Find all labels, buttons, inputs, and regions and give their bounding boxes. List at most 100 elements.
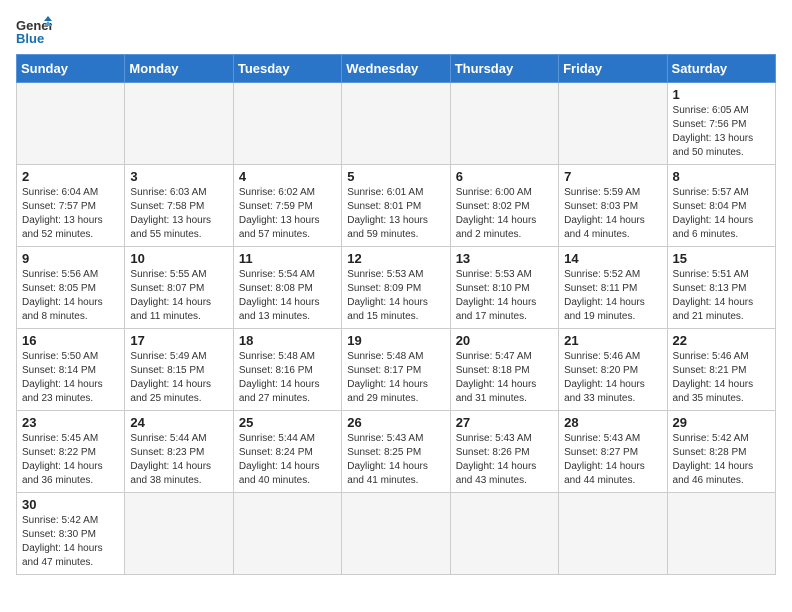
day-number: 18 (239, 333, 336, 348)
day-info: Sunrise: 5:48 AMSunset: 8:16 PMDaylight:… (239, 350, 336, 406)
calendar-cell: 6Sunrise: 6:00 AMSunset: 8:02 PMDaylight… (450, 165, 558, 247)
calendar-cell: 28 Sunrise: 5:43 AMSunset: 8:27 PMDayligh… (559, 411, 667, 493)
calendar-cell: 13 Sunrise: 5:53 AMSunset: 8:10 PMDayligh… (450, 247, 558, 329)
day-info: Sunrise: 6:03 AMSunset: 7:58 PMDaylight:… (130, 186, 227, 242)
day-number: 4 (239, 169, 336, 184)
day-number: 23 (22, 415, 119, 430)
calendar-cell: 27 Sunrise: 5:43 AMSunset: 8:26 PMDayligh… (450, 411, 558, 493)
day-info: Sunrise: 5:42 AMSunset: 8:30 PMDaylight:… (22, 514, 119, 570)
calendar-cell (342, 493, 450, 575)
calendar-cell: 14 Sunrise: 5:52 AMSunset: 8:11 PMDayligh… (559, 247, 667, 329)
day-number: 7 (564, 169, 661, 184)
calendar-cell: 1 Sunrise: 6:05 AMSunset: 7:56 PMDaylight… (667, 83, 775, 165)
weekday-header-friday: Friday (559, 55, 667, 83)
day-number: 29 (673, 415, 770, 430)
logo: General Blue (16, 16, 52, 46)
day-number: 8 (673, 169, 770, 184)
day-number: 28 (564, 415, 661, 430)
day-info: Sunrise: 5:42 AMSunset: 8:28 PMDaylight:… (673, 432, 770, 488)
day-number: 21 (564, 333, 661, 348)
day-number: 20 (456, 333, 553, 348)
calendar-row: 23Sunrise: 5:45 AMSunset: 8:22 PMDayligh… (17, 411, 776, 493)
calendar-cell: 17 Sunrise: 5:49 AMSunset: 8:15 PMDayligh… (125, 329, 233, 411)
day-info: Sunrise: 5:43 AMSunset: 8:25 PMDaylight:… (347, 432, 444, 488)
calendar-cell: 5 Sunrise: 6:01 AMSunset: 8:01 PMDaylight… (342, 165, 450, 247)
day-number: 30 (22, 497, 119, 512)
day-number: 25 (239, 415, 336, 430)
calendar-cell: 12Sunrise: 5:53 AMSunset: 8:09 PMDayligh… (342, 247, 450, 329)
day-number: 9 (22, 251, 119, 266)
calendar-cell: 3 Sunrise: 6:03 AMSunset: 7:58 PMDaylight… (125, 165, 233, 247)
calendar-row: 9 Sunrise: 5:56 AMSunset: 8:05 PMDaylight… (17, 247, 776, 329)
day-info: Sunrise: 5:47 AMSunset: 8:18 PMDaylight:… (456, 350, 553, 406)
calendar-cell: 10Sunrise: 5:55 AMSunset: 8:07 PMDayligh… (125, 247, 233, 329)
weekday-header-tuesday: Tuesday (233, 55, 341, 83)
svg-text:Blue: Blue (16, 31, 44, 46)
calendar-row: 30 Sunrise: 5:42 AMSunset: 8:30 PMDayligh… (17, 493, 776, 575)
day-number: 12 (347, 251, 444, 266)
day-info: Sunrise: 5:54 AMSunset: 8:08 PMDaylight:… (239, 268, 336, 324)
calendar-cell: 26 Sunrise: 5:43 AMSunset: 8:25 PMDayligh… (342, 411, 450, 493)
calendar-cell (17, 83, 125, 165)
day-info: Sunrise: 5:43 AMSunset: 8:27 PMDaylight:… (564, 432, 661, 488)
calendar-cell: 9 Sunrise: 5:56 AMSunset: 8:05 PMDaylight… (17, 247, 125, 329)
day-info: Sunrise: 5:52 AMSunset: 8:11 PMDaylight:… (564, 268, 661, 324)
day-number: 14 (564, 251, 661, 266)
day-info: Sunrise: 5:53 AMSunset: 8:10 PMDaylight:… (456, 268, 553, 324)
calendar-cell: 29 Sunrise: 5:42 AMSunset: 8:28 PMDayligh… (667, 411, 775, 493)
calendar: SundayMondayTuesdayWednesdayThursdayFrid… (16, 54, 776, 575)
day-number: 5 (347, 169, 444, 184)
day-number: 17 (130, 333, 227, 348)
weekday-header-monday: Monday (125, 55, 233, 83)
calendar-cell (233, 83, 341, 165)
calendar-cell: 19Sunrise: 5:48 AMSunset: 8:17 PMDayligh… (342, 329, 450, 411)
day-info: Sunrise: 5:57 AMSunset: 8:04 PMDaylight:… (673, 186, 770, 242)
weekday-header-row: SundayMondayTuesdayWednesdayThursdayFrid… (17, 55, 776, 83)
day-number: 2 (22, 169, 119, 184)
calendar-cell: 20 Sunrise: 5:47 AMSunset: 8:18 PMDayligh… (450, 329, 558, 411)
calendar-row: 16 Sunrise: 5:50 AMSunset: 8:14 PMDayligh… (17, 329, 776, 411)
day-info: Sunrise: 5:43 AMSunset: 8:26 PMDaylight:… (456, 432, 553, 488)
calendar-cell: 25Sunrise: 5:44 AMSunset: 8:24 PMDayligh… (233, 411, 341, 493)
calendar-cell: 11Sunrise: 5:54 AMSunset: 8:08 PMDayligh… (233, 247, 341, 329)
calendar-cell: 30 Sunrise: 5:42 AMSunset: 8:30 PMDayligh… (17, 493, 125, 575)
calendar-cell (667, 493, 775, 575)
weekday-header-wednesday: Wednesday (342, 55, 450, 83)
day-number: 16 (22, 333, 119, 348)
calendar-cell (559, 493, 667, 575)
calendar-cell (450, 83, 558, 165)
day-number: 24 (130, 415, 227, 430)
day-info: Sunrise: 6:01 AMSunset: 8:01 PMDaylight:… (347, 186, 444, 242)
day-info: Sunrise: 6:02 AMSunset: 7:59 PMDaylight:… (239, 186, 336, 242)
day-info: Sunrise: 5:50 AMSunset: 8:14 PMDaylight:… (22, 350, 119, 406)
day-number: 27 (456, 415, 553, 430)
day-number: 10 (130, 251, 227, 266)
day-info: Sunrise: 6:00 AMSunset: 8:02 PMDaylight:… (456, 186, 553, 242)
calendar-cell (233, 493, 341, 575)
calendar-cell (125, 493, 233, 575)
calendar-cell: 21Sunrise: 5:46 AMSunset: 8:20 PMDayligh… (559, 329, 667, 411)
calendar-cell: 7 Sunrise: 5:59 AMSunset: 8:03 PMDaylight… (559, 165, 667, 247)
calendar-cell: 8 Sunrise: 5:57 AMSunset: 8:04 PMDaylight… (667, 165, 775, 247)
day-info: Sunrise: 5:48 AMSunset: 8:17 PMDaylight:… (347, 350, 444, 406)
day-number: 3 (130, 169, 227, 184)
day-info: Sunrise: 5:59 AMSunset: 8:03 PMDaylight:… (564, 186, 661, 242)
day-info: Sunrise: 5:51 AMSunset: 8:13 PMDaylight:… (673, 268, 770, 324)
day-number: 1 (673, 87, 770, 102)
calendar-cell (125, 83, 233, 165)
day-number: 26 (347, 415, 444, 430)
day-info: Sunrise: 5:49 AMSunset: 8:15 PMDaylight:… (130, 350, 227, 406)
day-number: 13 (456, 251, 553, 266)
calendar-row: 1 Sunrise: 6:05 AMSunset: 7:56 PMDaylight… (17, 83, 776, 165)
calendar-cell: 2 Sunrise: 6:04 AMSunset: 7:57 PMDaylight… (17, 165, 125, 247)
day-info: Sunrise: 5:56 AMSunset: 8:05 PMDaylight:… (22, 268, 119, 324)
calendar-row: 2 Sunrise: 6:04 AMSunset: 7:57 PMDaylight… (17, 165, 776, 247)
day-info: Sunrise: 6:04 AMSunset: 7:57 PMDaylight:… (22, 186, 119, 242)
calendar-cell: 23Sunrise: 5:45 AMSunset: 8:22 PMDayligh… (17, 411, 125, 493)
calendar-cell: 16 Sunrise: 5:50 AMSunset: 8:14 PMDayligh… (17, 329, 125, 411)
calendar-cell: 22Sunrise: 5:46 AMSunset: 8:21 PMDayligh… (667, 329, 775, 411)
logo-icon: General Blue (16, 16, 52, 46)
day-info: Sunrise: 6:05 AMSunset: 7:56 PMDaylight:… (673, 104, 770, 160)
weekday-header-thursday: Thursday (450, 55, 558, 83)
day-number: 22 (673, 333, 770, 348)
